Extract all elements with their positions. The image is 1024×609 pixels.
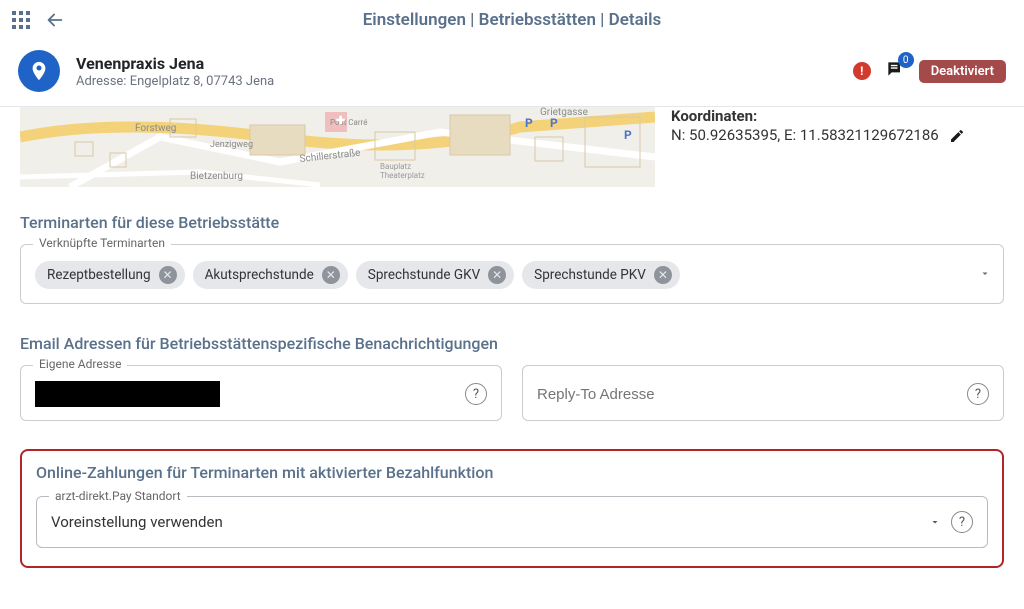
chip-sprechstunde-pkv[interactable]: Sprechstunde PKV✕ xyxy=(522,261,680,289)
location-pin-icon xyxy=(18,50,60,92)
chevron-down-icon[interactable] xyxy=(929,513,941,532)
pay-location-value: Voreinstellung verwenden xyxy=(51,513,929,531)
chip-remove-icon[interactable]: ✕ xyxy=(322,266,340,284)
location-name: Venenpraxis Jena xyxy=(76,54,274,74)
chip-rezeptbestellung[interactable]: Rezeptbestellung✕ xyxy=(35,261,185,289)
topbar: Einstellungen | Betriebsstätten | Detail… xyxy=(0,0,1024,40)
chip-akutsprechstunde[interactable]: Akutsprechstunde✕ xyxy=(193,261,348,289)
chip-remove-icon[interactable]: ✕ xyxy=(654,266,672,284)
coordinates-value: N: 50.92635395, E: 11.58321129672186 xyxy=(671,126,939,144)
reply-to-input[interactable] xyxy=(537,386,967,403)
help-icon[interactable]: ? xyxy=(967,383,989,405)
svg-text:Forstweg: Forstweg xyxy=(135,123,176,134)
terminarten-heading: Terminarten für diese Betriebsstätte xyxy=(20,213,1004,232)
edit-coordinates-icon[interactable] xyxy=(949,128,965,144)
chip-remove-icon[interactable]: ✕ xyxy=(159,266,177,284)
svg-text:P: P xyxy=(624,128,632,142)
notification-count: 0 xyxy=(898,52,914,68)
breadcrumb: Einstellungen | Betriebsstätten | Detail… xyxy=(0,10,1024,30)
chips-row: Rezeptbestellung✕ Akutsprechstunde✕ Spre… xyxy=(35,261,967,289)
pay-location-label: arzt-direkt.Pay Standort xyxy=(49,489,187,503)
help-icon[interactable]: ? xyxy=(951,511,973,533)
content-scroll[interactable]: Forstweg Jenzigweg Bietzenburg Schillers… xyxy=(0,107,1024,600)
svg-text:P: P xyxy=(525,116,533,130)
svg-text:Jenzigweg: Jenzigweg xyxy=(210,140,253,150)
reply-to-field[interactable]: ? xyxy=(522,365,1004,421)
emails-heading: Email Adressen für Betriebsstättenspezif… xyxy=(20,334,1004,353)
svg-text:Theaterplatz: Theaterplatz xyxy=(380,171,425,180)
linked-appointment-types-field[interactable]: Verknüpfte Terminarten Rezeptbestellung✕… xyxy=(20,244,1004,304)
svg-text:Grietgasse: Grietgasse xyxy=(540,107,588,118)
svg-text:✚: ✚ xyxy=(336,114,345,127)
own-email-input[interactable] xyxy=(35,381,220,407)
map-preview[interactable]: Forstweg Jenzigweg Bietzenburg Schillers… xyxy=(20,107,655,187)
svg-text:Bauplatz: Bauplatz xyxy=(380,162,411,171)
location-address: Adresse: Engelplatz 8, 07743 Jena xyxy=(76,74,274,89)
payments-highlight-frame: Online-Zahlungen für Terminarten mit akt… xyxy=(20,449,1004,568)
warning-badge-icon[interactable]: ! xyxy=(853,62,871,80)
coordinates-label: Koordinaten: xyxy=(671,107,965,125)
svg-text:P: P xyxy=(550,116,558,130)
help-icon[interactable]: ? xyxy=(465,383,487,405)
chip-sprechstunde-gkv[interactable]: Sprechstunde GKV✕ xyxy=(356,261,514,289)
own-email-label: Eigene Adresse xyxy=(33,357,127,371)
chevron-down-icon[interactable] xyxy=(979,265,991,284)
chip-remove-icon[interactable]: ✕ xyxy=(488,266,506,284)
svg-text:Bietzenburg: Bietzenburg xyxy=(190,171,243,182)
location-header: Venenpraxis Jena Adresse: Engelplatz 8, … xyxy=(0,40,1024,107)
back-arrow-icon[interactable] xyxy=(44,9,66,31)
own-email-field[interactable]: Eigene Adresse ? xyxy=(20,365,502,421)
pay-location-select[interactable]: arzt-direkt.Pay Standort Voreinstellung … xyxy=(36,496,988,548)
linked-appointment-types-label: Verknüpfte Terminarten xyxy=(33,236,171,250)
notifications-button[interactable]: 0 xyxy=(885,59,905,83)
payments-heading: Online-Zahlungen für Terminarten mit akt… xyxy=(36,463,988,482)
coordinates-block: Koordinaten: N: 50.92635395, E: 11.58321… xyxy=(671,107,965,187)
apps-grid-icon[interactable] xyxy=(12,11,30,29)
status-badge: Deaktiviert xyxy=(919,60,1006,83)
